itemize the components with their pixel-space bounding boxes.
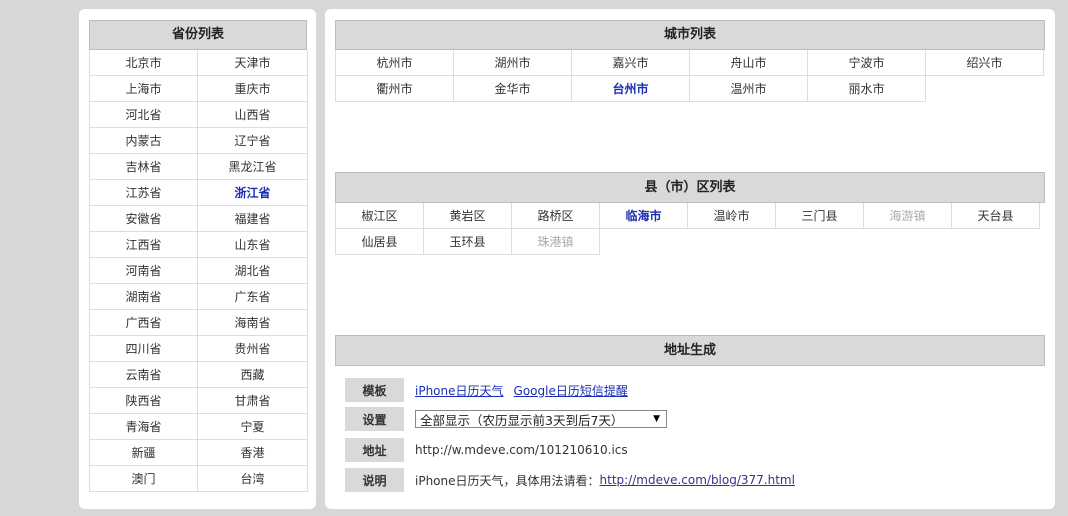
county-item[interactable]: 珠港镇 [512,229,600,255]
city-item[interactable]: 舟山市 [690,50,808,76]
county-item[interactable]: 黄岩区 [424,203,512,229]
province-item[interactable]: 广西省 [90,310,198,336]
county-list-header: 县（市）区列表 [335,172,1045,203]
province-item[interactable]: 湖北省 [198,258,308,284]
province-item[interactable]: 河北省 [90,102,198,128]
template-link-iphone[interactable]: iPhone日历天气 [415,382,504,399]
city-item[interactable]: 温州市 [690,76,808,102]
province-item[interactable]: 贵州省 [198,336,308,362]
city-item[interactable]: 丽水市 [808,76,926,102]
county-item[interactable]: 路桥区 [512,203,600,229]
city-item[interactable]: 绍兴市 [926,50,1044,76]
city-item[interactable]: 衢州市 [336,76,454,102]
province-item[interactable]: 四川省 [90,336,198,362]
note-text: iPhone日历天气，具体用法请看： [415,473,600,488]
county-item[interactable]: 椒江区 [336,203,424,229]
city-item[interactable]: 嘉兴市 [572,50,690,76]
province-item[interactable]: 重庆市 [198,76,308,102]
province-item[interactable]: 上海市 [90,76,198,102]
province-item[interactable]: 云南省 [90,362,198,388]
province-item[interactable]: 吉林省 [90,154,198,180]
province-item[interactable]: 台湾 [198,466,308,492]
template-label: 模板 [345,378,404,402]
province-item[interactable]: 内蒙古 [90,128,198,154]
province-item[interactable]: 黑龙江省 [198,154,308,180]
chevron-down-icon: ▼ [653,414,660,424]
province-item[interactable]: 山东省 [198,232,308,258]
county-item[interactable]: 天台县 [952,203,1040,229]
province-item[interactable]: 辽宁省 [198,128,308,154]
template-row: 模板 iPhone日历天气 Google日历短信提醒 [345,378,638,402]
province-item[interactable]: 广东省 [198,284,308,310]
note-row: 说明 iPhone日历天气，具体用法请看： http://mdeve.com/b… [345,468,795,492]
province-item[interactable]: 北京市 [90,50,198,76]
province-item[interactable]: 河南省 [90,258,198,284]
province-item[interactable]: 浙江省 [198,180,308,206]
county-item[interactable]: 温岭市 [688,203,776,229]
county-item[interactable]: 仙居县 [336,229,424,255]
address-generator-header: 地址生成 [335,335,1045,366]
city-item[interactable]: 宁波市 [808,50,926,76]
province-list-header: 省份列表 [89,20,307,50]
county-item[interactable]: 玉环县 [424,229,512,255]
province-item[interactable]: 福建省 [198,206,308,232]
right-panel: 城市列表 杭州市 湖州市 嘉兴市 舟山市 宁波市 绍兴市衢州市 金华市 台州市 温州市 丽水市 县… [325,9,1055,509]
province-item[interactable]: 青海省 [90,414,198,440]
province-item[interactable]: 香港 [198,440,308,466]
province-item[interactable]: 宁夏 [198,414,308,440]
province-item[interactable]: 山西省 [198,102,308,128]
province-item[interactable]: 江苏省 [90,180,198,206]
setting-row: 设置 全部显示（农历显示前3天到后7天） ▼ [345,407,667,431]
province-item[interactable]: 西藏 [198,362,308,388]
province-grid: 北京市 天津市 上海市 重庆市 河北省 山西省 内蒙古 辽宁省 吉林省 黑龙江省 江苏省 浙江省 安徽省… [89,50,308,492]
county-grid: 椒江区 黄岩区 路桥区 临海市 温岭市 三门县 海游镇 天台县仙居县 玉环县 珠港镇 [335,203,1040,255]
city-item[interactable]: 杭州市 [336,50,454,76]
province-item[interactable]: 澳门 [90,466,198,492]
county-item[interactable]: 临海市 [600,203,688,229]
province-item[interactable]: 安徽省 [90,206,198,232]
province-item[interactable]: 甘肃省 [198,388,308,414]
address-label: 地址 [345,438,404,462]
province-item[interactable]: 湖南省 [90,284,198,310]
province-item[interactable]: 江西省 [90,232,198,258]
county-item[interactable]: 三门县 [776,203,864,229]
city-list-header: 城市列表 [335,20,1045,50]
setting-select[interactable]: 全部显示（农历显示前3天到后7天） ▼ [415,410,667,428]
template-link-google[interactable]: Google日历短信提醒 [514,382,628,399]
city-item[interactable]: 金华市 [454,76,572,102]
province-panel: 省份列表 北京市 天津市 上海市 重庆市 河北省 山西省 内蒙古 辽宁省 吉林省 黑龙江省 江苏省浙… [79,9,316,509]
county-item[interactable]: 海游镇 [864,203,952,229]
setting-label: 设置 [345,407,404,431]
province-item[interactable]: 海南省 [198,310,308,336]
province-item[interactable]: 新疆 [90,440,198,466]
address-row: 地址 http://w.mdeve.com/101210610.ics [345,438,628,462]
setting-select-value: 全部显示（农历显示前3天到后7天） [420,412,624,428]
province-item[interactable]: 陕西省 [90,388,198,414]
province-item[interactable]: 天津市 [198,50,308,76]
note-link[interactable]: http://mdeve.com/blog/377.html [600,473,795,487]
note-label: 说明 [345,468,404,492]
city-item[interactable]: 台州市 [572,76,690,102]
city-grid: 杭州市 湖州市 嘉兴市 舟山市 宁波市 绍兴市衢州市 金华市 台州市 温州市 丽水市 [335,50,1044,102]
city-item[interactable]: 湖州市 [454,50,572,76]
address-value[interactable]: http://w.mdeve.com/101210610.ics [415,443,628,457]
